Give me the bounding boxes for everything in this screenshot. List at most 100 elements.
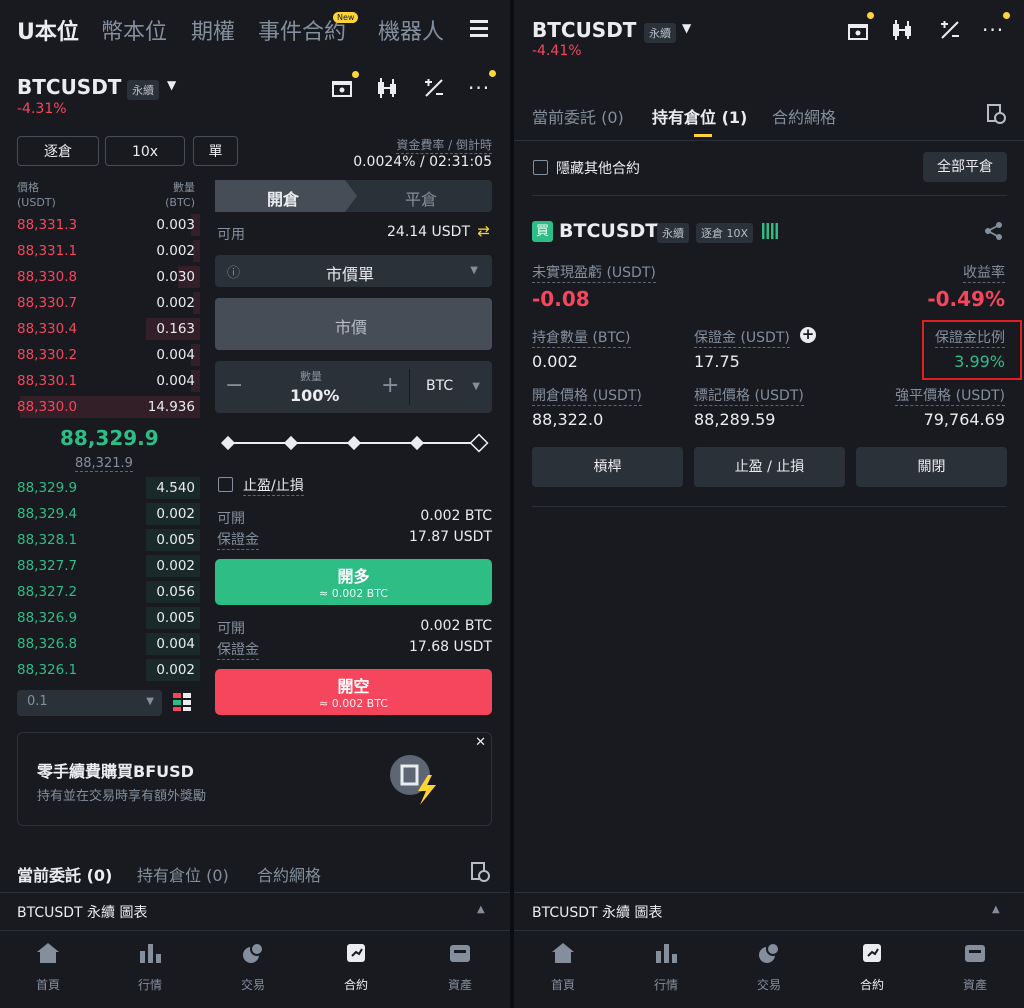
tab-coin-margined[interactable]: 幣本位: [101, 14, 167, 46]
ask-row[interactable]: 88,330.1 0.004: [0, 368, 200, 394]
quantity-slider[interactable]: [218, 432, 490, 454]
bid-row[interactable]: 88,326.1 0.002: [0, 657, 200, 683]
nav-trade[interactable]: 交易: [739, 941, 799, 993]
chevron-down-icon[interactable]: ▼: [682, 21, 691, 35]
close-icon[interactable]: ✕: [475, 735, 486, 750]
open-long-button[interactable]: 開多 ≈ 0.002 BTC: [215, 559, 492, 605]
nav-home[interactable]: 首頁: [533, 941, 593, 993]
orderbook-layout-icon[interactable]: [172, 692, 192, 712]
open-short-button[interactable]: 開空 ≈ 0.002 BTC: [215, 669, 492, 715]
precision-select[interactable]: 0.1 ▼: [17, 690, 162, 716]
gift-icon[interactable]: [846, 18, 870, 42]
position-symbol[interactable]: BTCUSDT: [559, 220, 658, 242]
chevron-up-icon[interactable]: ▲: [477, 904, 485, 915]
minus-icon[interactable]: −: [225, 373, 243, 398]
nav-markets[interactable]: 行情: [636, 941, 696, 993]
close-all-button[interactable]: 全部平倉: [923, 152, 1007, 182]
margin-ratio-value: 3.99%: [954, 352, 1005, 371]
gift-icon[interactable]: [330, 75, 354, 99]
promo-subtitle: 持有並在交易時享有額外獎勵: [37, 789, 207, 804]
leverage-button[interactable]: 10x: [105, 136, 185, 166]
bid-row[interactable]: 88,329.4 0.002: [0, 501, 200, 527]
quantity-stepper[interactable]: − 數量 100% + BTC ▼: [215, 361, 492, 413]
info-icon[interactable]: ⓘ: [227, 262, 240, 281]
menu-icon[interactable]: [470, 18, 490, 40]
bid-row[interactable]: 88,326.8 0.004: [0, 631, 200, 657]
markets-icon: [140, 944, 161, 963]
long-margin-value: 17.87 USDT: [409, 529, 492, 545]
chevron-up-icon[interactable]: ▲: [992, 904, 1000, 915]
bid-row[interactable]: 88,329.9 4.540: [0, 475, 200, 501]
share-icon[interactable]: [984, 221, 1004, 241]
margin-mode-button[interactable]: 逐倉: [17, 136, 99, 166]
open-short-sub: ≈ 0.002 BTC: [318, 697, 388, 710]
close-position-button[interactable]: 關閉: [856, 447, 1007, 487]
order-type-select[interactable]: ⓘ 市價單 ▼: [215, 255, 492, 287]
open-long-sub: ≈ 0.002 BTC: [318, 587, 388, 600]
add-margin-icon[interactable]: +: [800, 327, 816, 343]
tab-grid[interactable]: 合約網格: [257, 862, 321, 886]
candlestick-icon[interactable]: [375, 76, 401, 100]
calculator-icon[interactable]: [422, 76, 446, 100]
hide-other-label[interactable]: 隱藏其他合約: [556, 158, 640, 178]
tab-open-orders[interactable]: 當前委託 (0): [17, 862, 112, 886]
ask-row[interactable]: 88,330.4 0.163: [0, 316, 200, 342]
bid-row[interactable]: 88,326.9 0.005: [0, 605, 200, 631]
tab-positions[interactable]: 持有倉位 (1): [652, 104, 747, 128]
position-mode-button[interactable]: 單: [193, 136, 238, 166]
promo-card[interactable]: 零手續費購買BFUSD 持有並在交易時享有額外獎勵 ✕: [17, 732, 492, 826]
more-icon[interactable]: ···: [468, 76, 490, 100]
candlestick-icon[interactable]: [890, 18, 916, 42]
calculator-icon[interactable]: [938, 18, 962, 42]
nav-markets[interactable]: 行情: [120, 941, 180, 993]
nav-trade[interactable]: 交易: [223, 941, 283, 993]
nav-futures[interactable]: 合約: [842, 941, 902, 993]
mark-price: 88,321.9: [75, 456, 133, 472]
plus-icon[interactable]: +: [381, 373, 399, 398]
symbol-title[interactable]: BTCUSDT: [17, 75, 121, 99]
ask-row[interactable]: 88,331.1 0.002: [0, 238, 200, 264]
order-price: 88,326.1: [17, 662, 78, 678]
bid-row[interactable]: 88,327.7 0.002: [0, 553, 200, 579]
chart-bar[interactable]: BTCUSDT 永續 圖表: [532, 902, 662, 922]
ask-row[interactable]: 88,330.8 0.030: [0, 264, 200, 290]
order-history-icon[interactable]: [986, 104, 1006, 124]
available-value: 24.14 USDT: [387, 224, 470, 240]
nav-home[interactable]: 首頁: [18, 941, 78, 993]
tpsl-label[interactable]: 止盈/止損: [243, 475, 304, 496]
tab-positions[interactable]: 持有倉位 (0): [137, 862, 229, 886]
bid-row[interactable]: 88,328.1 0.005: [0, 527, 200, 553]
transfer-icon[interactable]: ⇄: [477, 222, 490, 240]
adjust-leverage-button[interactable]: 槓桿: [532, 447, 683, 487]
nav-futures-label: 合約: [343, 978, 368, 992]
nav-futures[interactable]: 合約: [326, 941, 386, 993]
tab-grid[interactable]: 合約網格: [772, 104, 836, 128]
ask-row[interactable]: 88,330.0 14.936: [0, 394, 200, 420]
tpsl-button[interactable]: 止盈 / 止損: [694, 447, 845, 487]
hide-other-checkbox[interactable]: [533, 160, 548, 175]
ask-row[interactable]: 88,330.7 0.002: [0, 290, 200, 316]
order-history-icon[interactable]: [470, 862, 490, 882]
quantity-unit[interactable]: BTC: [426, 378, 453, 394]
tpsl-checkbox[interactable]: [218, 477, 233, 492]
tab-open-position[interactable]: 開倉: [267, 186, 299, 210]
nav-assets[interactable]: 資產: [945, 941, 1005, 993]
ask-row[interactable]: 88,330.2 0.004: [0, 342, 200, 368]
bfusd-logo-icon: [390, 755, 436, 805]
price-input[interactable]: 市價: [215, 298, 492, 350]
chart-bar[interactable]: BTCUSDT 永續 圖表: [17, 902, 147, 922]
symbol-title[interactable]: BTCUSDT: [532, 18, 636, 42]
tab-u-margined[interactable]: U本位: [17, 14, 79, 46]
nav-assets[interactable]: 資產: [430, 941, 490, 993]
tab-close-position[interactable]: 平倉: [405, 186, 437, 210]
tab-options[interactable]: 期權: [191, 14, 235, 46]
bid-row[interactable]: 88,327.2 0.056: [0, 579, 200, 605]
last-price[interactable]: 88,329.9: [60, 426, 159, 450]
order-price: 88,330.8: [17, 269, 78, 285]
ask-row[interactable]: 88,331.3 0.003: [0, 212, 200, 238]
tab-open-orders[interactable]: 當前委託 (0): [532, 104, 624, 128]
chevron-down-icon[interactable]: ▼: [167, 78, 176, 92]
roe-value: -0.49%: [927, 287, 1005, 311]
tab-bots[interactable]: 機器人: [378, 14, 444, 46]
more-icon[interactable]: ···: [982, 18, 1004, 42]
